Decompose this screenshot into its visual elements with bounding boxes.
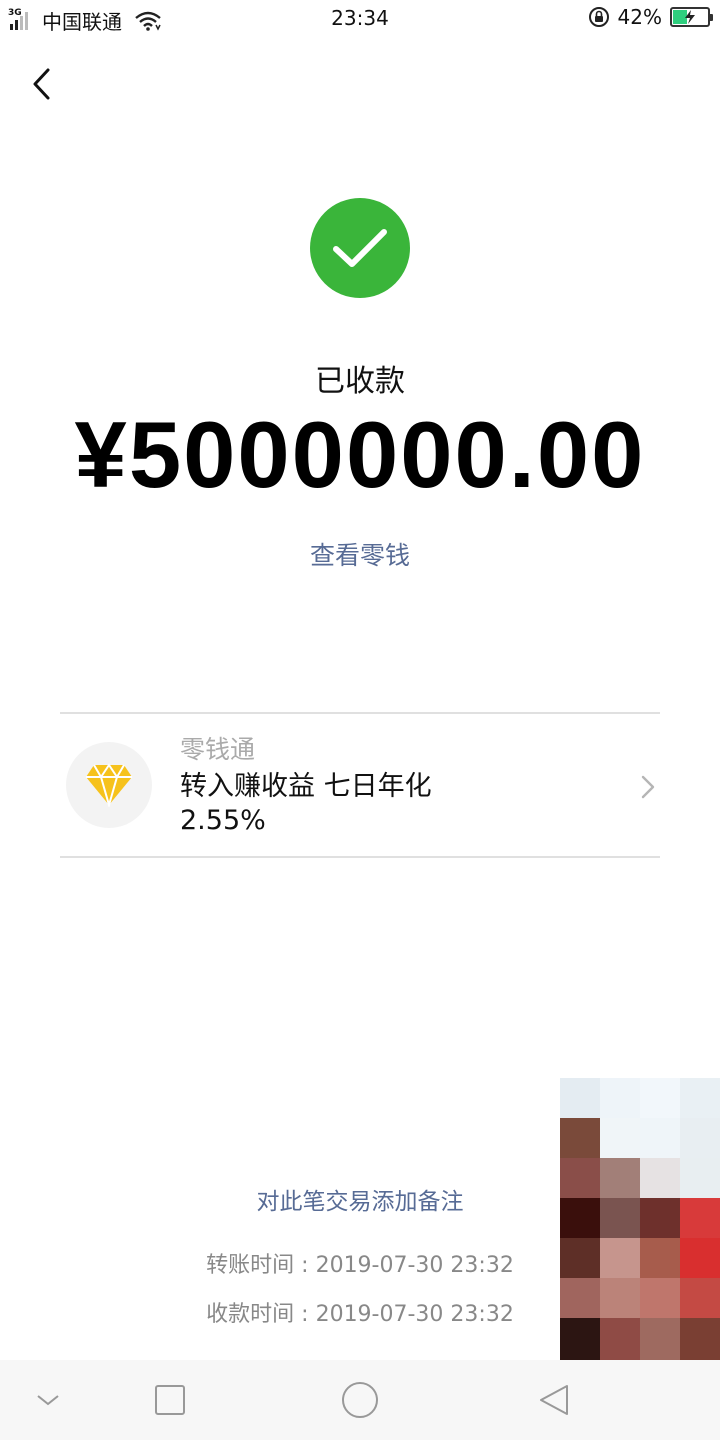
- chevron-down-icon: [37, 1395, 59, 1406]
- promo-description: 转入赚收益 七日年化 2.55%: [180, 771, 432, 836]
- nav-dropdown-button[interactable]: [28, 1380, 68, 1420]
- pixelated-overlay: [544, 1078, 720, 1360]
- nav-back-button[interactable]: [534, 1380, 574, 1420]
- chevron-right-icon: [641, 775, 655, 799]
- promo-icon: [66, 742, 152, 828]
- rotation-lock-icon: [588, 7, 609, 27]
- payment-status: 已收款: [315, 364, 405, 399]
- battery-percent: 42%: [617, 5, 662, 29]
- status-bar: 3G 中国联通 23:34 42%: [0, 0, 720, 38]
- success-badge: [310, 198, 410, 298]
- nav-home-button[interactable]: [340, 1380, 380, 1420]
- chevron-left-icon: [33, 68, 50, 100]
- payment-amount: ¥5000000.00: [74, 402, 646, 507]
- promo-title: 零钱通: [180, 735, 256, 764]
- system-navigation-bar: [0, 1360, 720, 1440]
- diamond-icon: [86, 763, 132, 807]
- view-change-link[interactable]: 查看零钱: [0, 536, 720, 572]
- checkmark-icon: [333, 229, 387, 267]
- triangle-back-icon: [540, 1385, 568, 1415]
- square-icon: [155, 1385, 185, 1415]
- wallet-promo-card[interactable]: 零钱通 转入赚收益 七日年化 2.55%: [60, 712, 660, 858]
- back-button[interactable]: [22, 64, 62, 104]
- nav-recents-button[interactable]: [150, 1380, 190, 1420]
- circle-icon: [342, 1382, 378, 1418]
- battery-icon: [670, 7, 713, 27]
